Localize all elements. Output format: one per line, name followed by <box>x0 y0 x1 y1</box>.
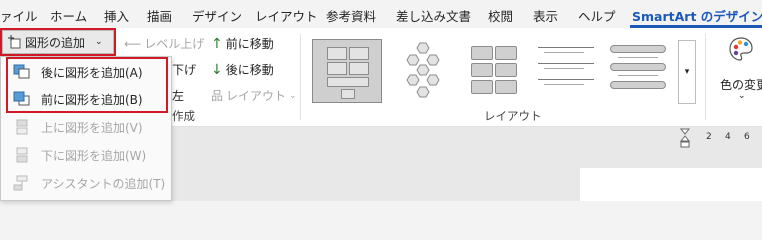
right-to-left-button[interactable]: 左 <box>172 87 184 104</box>
arrow-down-icon: ↓ <box>211 61 223 78</box>
layout-line <box>618 75 658 76</box>
tab-draw[interactable]: 描画 <box>147 6 172 25</box>
layout-shape <box>471 46 493 60</box>
layout-shape <box>349 62 369 75</box>
chevron-down-icon: ▾ <box>684 67 690 77</box>
layout-line <box>544 52 584 53</box>
tab-file[interactable]: ァイル <box>0 6 38 25</box>
layout-thumbnail-3[interactable] <box>467 39 537 103</box>
tab-references[interactable]: 参考資料 <box>326 6 376 25</box>
layout-shape <box>610 45 666 53</box>
layout-line <box>538 79 594 80</box>
ruler-mark: 2 <box>706 132 712 142</box>
menu-item-label: 下に図形を追加(W) <box>41 148 147 163</box>
gallery-more-button[interactable]: ▾ <box>678 40 696 104</box>
tab-review[interactable]: 校閲 <box>488 6 513 25</box>
document-page[interactable] <box>580 168 762 201</box>
tab-insert[interactable]: 挿入 <box>104 6 129 25</box>
org-chart-icon: 品 <box>211 89 224 103</box>
chevron-down-icon: ⌄ <box>738 91 746 101</box>
layout-shape <box>327 62 347 75</box>
menu-item-label: 上に図形を追加(V) <box>41 120 143 135</box>
tab-design[interactable]: デザイン <box>192 6 242 25</box>
change-colors-button[interactable]: 色の変更 ⌄ <box>720 36 762 106</box>
layout-shape <box>341 89 355 99</box>
layout-thumbnail-4[interactable] <box>536 39 606 103</box>
ruler-mark: 6 <box>744 132 750 142</box>
palette-icon <box>729 37 753 61</box>
layout-shape <box>349 47 369 60</box>
layout-line <box>538 63 594 64</box>
menu-item-add-assistant[interactable]: アシスタントの追加(T) <box>13 172 165 194</box>
layout-gallery <box>312 39 678 105</box>
layout-shape <box>495 63 517 77</box>
tab-help[interactable]: ヘルプ <box>578 6 616 25</box>
highlight-box <box>0 28 116 56</box>
chevron-down-icon: ⌄ <box>289 90 297 101</box>
tab-home[interactable]: ホーム <box>50 6 87 25</box>
ribbon-tab-bar: ァイル ホーム 挿入 描画 デザイン レイアウト 参考資料 差し込み文書 校閲 … <box>0 0 762 28</box>
tab-smartart-design[interactable]: SmartArt のデザイン <box>632 6 762 25</box>
layout-shape <box>610 81 666 89</box>
layout-shape <box>327 77 369 87</box>
menu-item-add-shape-above[interactable]: 上に図形を追加(V) <box>13 116 143 138</box>
add-above-icon <box>13 119 31 135</box>
create-group-label: 作成 <box>172 109 195 123</box>
layouts-group-label: レイアウト <box>484 109 542 123</box>
ruler-mark: 4 <box>725 132 731 142</box>
level-down-button[interactable]: 下げ <box>172 61 196 78</box>
level-up-button[interactable]: ⟵ レベル上げ <box>124 35 204 52</box>
move-up-button[interactable]: ↑ 前に移動 <box>211 35 274 52</box>
add-assistant-icon <box>13 175 31 191</box>
highlight-box <box>6 57 168 113</box>
ruler: 2 4 6 <box>679 127 762 149</box>
arrow-up-icon: ↑ <box>211 35 223 52</box>
arrow-left-icon: ⟵ <box>124 36 142 51</box>
menu-item-add-shape-below[interactable]: 下に図形を追加(W) <box>13 144 146 166</box>
group-separator <box>300 34 301 120</box>
indent-marker-icon <box>679 128 691 148</box>
layout-thumbnail-5[interactable] <box>606 39 676 103</box>
menu-item-label: アシスタントの追加(T) <box>41 176 166 191</box>
layout-shape <box>495 46 517 60</box>
tab-view[interactable]: 表示 <box>533 6 558 25</box>
add-below-icon <box>13 147 31 163</box>
tab-layout[interactable]: レイアウト <box>255 6 318 25</box>
layout-thumbnail-2[interactable] <box>392 39 462 103</box>
layout-shape <box>327 47 347 60</box>
layout-shape <box>471 63 493 77</box>
layout-shape <box>471 80 493 94</box>
move-down-button[interactable]: ↓ 後に移動 <box>211 61 274 78</box>
layout-line <box>538 47 594 48</box>
layout-dropdown-button[interactable]: 品 レイアウト ⌄ <box>211 87 297 104</box>
group-separator <box>705 34 706 120</box>
layout-line <box>618 57 658 58</box>
layout-shape <box>610 63 666 71</box>
hexagon-layout-icon <box>406 42 440 98</box>
layout-shape <box>495 80 517 94</box>
layout-line <box>544 68 584 69</box>
layout-line <box>544 84 584 85</box>
tab-mailings[interactable]: 差し込み文書 <box>396 6 471 25</box>
layout-thumbnail-1[interactable] <box>312 39 382 103</box>
